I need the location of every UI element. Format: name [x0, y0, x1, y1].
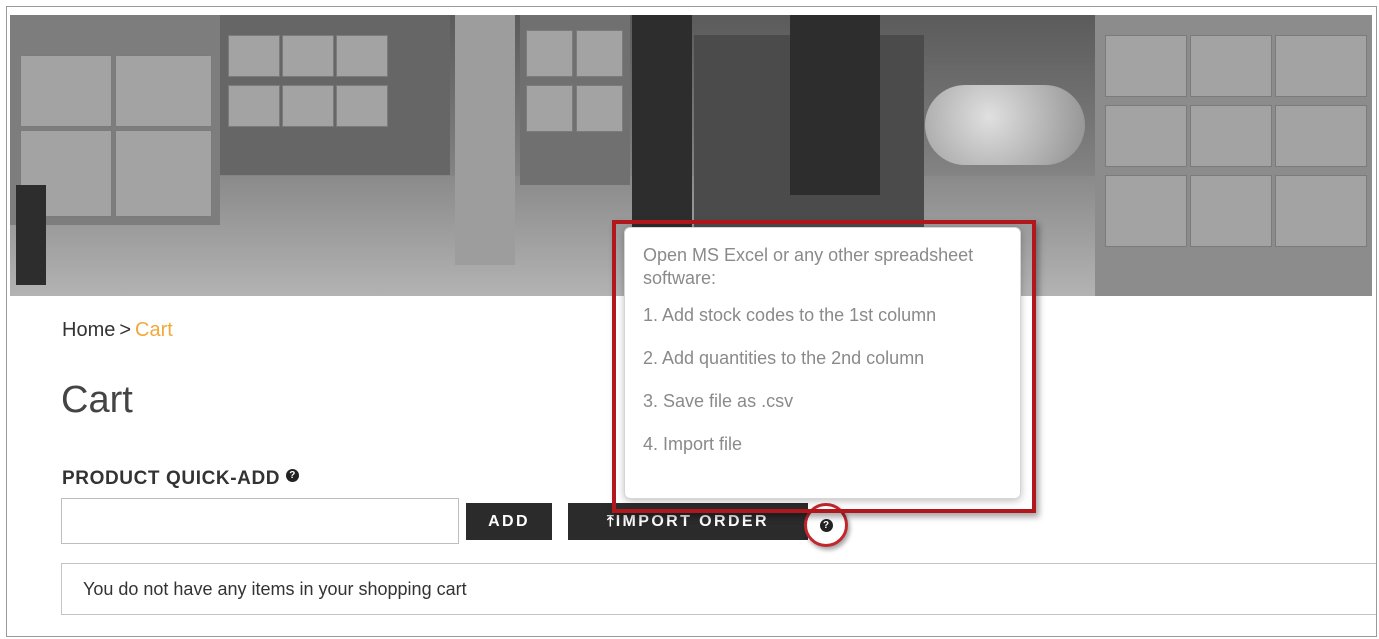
import-order-label: IMPORT ORDER: [615, 512, 769, 530]
breadcrumb-current: Cart: [135, 319, 173, 341]
import-help-tooltip: Open MS Excel or any other spreadsheet s…: [624, 227, 1021, 499]
upload-icon: ⤒: [607, 513, 614, 530]
breadcrumb-home-link[interactable]: Home: [62, 319, 115, 341]
quick-add-heading: PRODUCT QUICK-ADD ?: [62, 468, 300, 490]
tooltip-step-2: 2. Add quantities to the 2nd column: [643, 348, 925, 368]
add-button-label: ADD: [488, 512, 530, 530]
quick-add-heading-label: PRODUCT QUICK-ADD: [62, 468, 281, 489]
tooltip-step-4: 4. Import file: [643, 434, 743, 454]
tooltip-step-3: 3. Save file as .csv: [643, 391, 794, 411]
add-button[interactable]: ADD: [466, 503, 552, 540]
breadcrumb: Home > Cart: [62, 319, 173, 342]
question-icon[interactable]: ?: [286, 468, 300, 482]
empty-cart-message: You do not have any items in your shoppi…: [61, 563, 1376, 615]
page-frame: Home > Cart Cart PRODUCT QUICK-ADD ? ADD ⤒…: [6, 6, 1377, 637]
breadcrumb-separator: >: [119, 319, 132, 341]
quick-add-input[interactable]: [61, 498, 459, 544]
question-icon: ?: [819, 518, 833, 532]
tooltip-step-1: 1. Add stock codes to the 1st column: [643, 305, 937, 325]
page-title: Cart: [61, 379, 133, 421]
empty-cart-text: You do not have any items in your shoppi…: [83, 578, 467, 599]
tooltip-intro: Open MS Excel or any other spreadsheet s…: [643, 245, 974, 288]
